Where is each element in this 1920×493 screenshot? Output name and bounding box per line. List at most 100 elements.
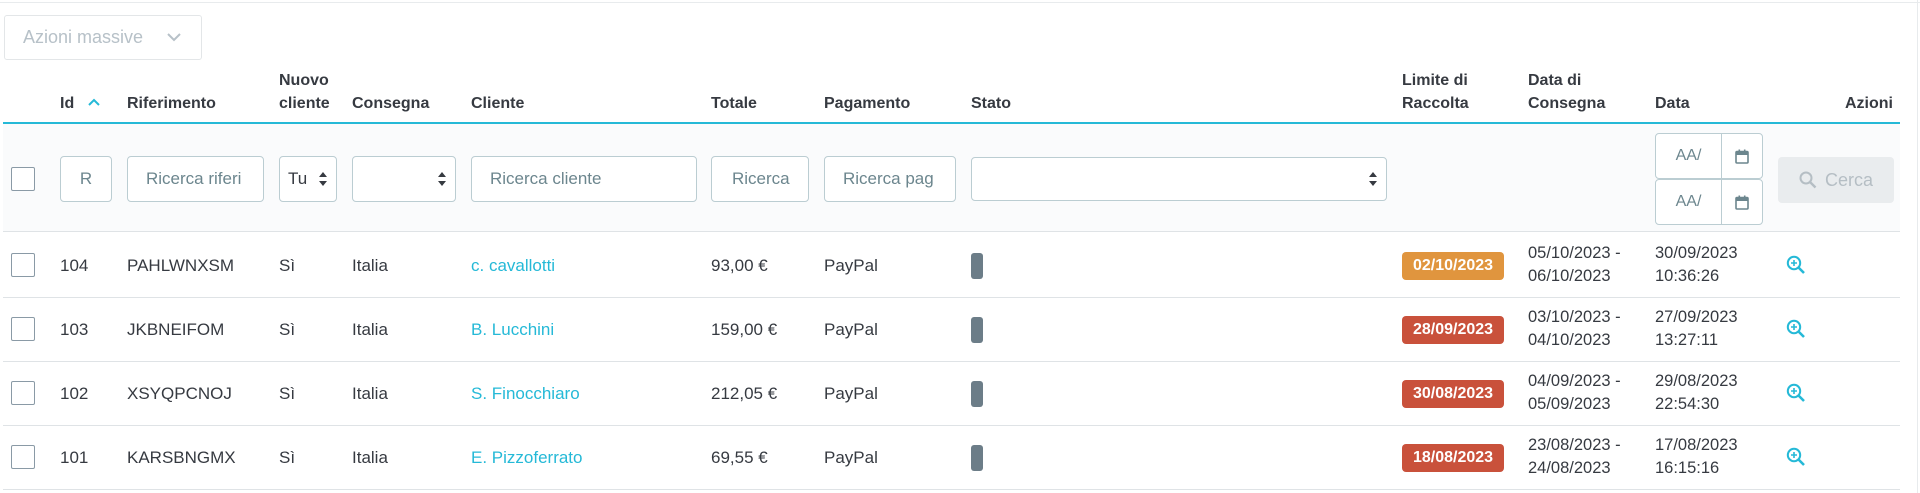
search-button-label: Cerca [1824,169,1873,190]
bulk-actions-label: Azioni massive [23,27,144,47]
zoom-in-icon[interactable] [1785,382,1807,404]
calendar-icon [1735,195,1749,210]
column-header-limite-line2: Raccolta [1402,95,1469,112]
new-customer: Sì [279,320,296,339]
column-header-azioni: Azioni [1845,95,1893,112]
order-total: 159,00 € [711,320,778,339]
column-header-data-consegna[interactable]: Data di Consegna [1528,69,1605,115]
pagamento-filter-input[interactable]: Ricerca pag [824,156,956,202]
select-all-checkbox[interactable] [11,167,35,191]
select-arrows-icon [438,172,446,186]
order-id: 103 [60,320,89,339]
top-divider [0,2,1920,3]
customer-link[interactable]: B. Lucchini [471,318,554,341]
stato-filter-select[interactable] [971,157,1387,201]
column-header-riferimento[interactable]: Riferimento [127,92,216,115]
cliente-filter-input[interactable]: Ricerca cliente [471,156,697,202]
riferimento-filter-input[interactable]: Ricerca riferi [127,156,264,202]
date-to-filter[interactable]: AA/ [1655,179,1763,225]
order-reference: JKBNEIFOM [127,320,225,339]
delivery-date-range: 05/10/2023 - 06/10/2023 [1528,242,1621,288]
order-total: 93,00 € [711,256,768,275]
order-date: 29/08/2023 22:54:30 [1655,370,1738,416]
order-total: 69,55 € [711,448,768,467]
delivery-country: Italia [352,256,388,275]
row-checkbox[interactable] [11,253,35,277]
consegna-filter-select[interactable] [352,156,456,202]
customer-link[interactable]: c. cavallotti [471,254,555,277]
order-date: 17/08/2023 16:15:16 [1655,434,1738,480]
table-row[interactable]: 103 JKBNEIFOM Sì Italia B. Lucchini 159,… [3,298,1900,362]
table-row[interactable]: 102 XSYQPCNOJ Sì Italia S. Finocchiaro 2… [3,362,1900,426]
search-button[interactable]: Cerca [1778,157,1894,203]
pickup-limit-badge: 02/10/2023 [1402,252,1505,280]
order-reference: XSYQPCNOJ [127,384,232,403]
delivery-country: Italia [352,320,388,339]
order-date: 27/09/2023 13:27:11 [1655,306,1738,352]
delivery-date-range: 23/08/2023 - 24/08/2023 [1528,434,1621,480]
zoom-in-icon[interactable] [1785,254,1807,276]
column-header-data[interactable]: Data [1655,92,1690,115]
column-header-nuovo-cliente-line2: cliente [279,95,330,112]
bulk-actions-button[interactable]: Azioni massive [4,15,202,60]
calendar-to-button[interactable] [1722,180,1762,224]
order-date: 30/09/2023 10:36:26 [1655,242,1738,288]
new-customer: Sì [279,256,296,275]
column-header-limite-raccolta[interactable]: Limite di Raccolta [1402,69,1469,115]
date-to-input[interactable]: AA/ [1656,180,1722,224]
order-date-day: 17/08/2023 [1655,436,1738,454]
pickup-limit-badge: 18/08/2023 [1402,444,1505,472]
customer-link[interactable]: S. Finocchiaro [471,382,580,405]
payment-method: PayPal [824,384,878,403]
payment-method: PayPal [824,256,878,275]
status-indicator[interactable] [971,253,983,279]
row-checkbox[interactable] [11,317,35,341]
delivery-to: 04/10/2023 [1528,331,1611,349]
select-arrows-icon [1369,172,1377,186]
customer-link[interactable]: E. Pizzoferrato [471,446,583,469]
column-header-id[interactable]: Id [60,92,74,115]
status-indicator[interactable] [971,445,983,471]
row-checkbox[interactable] [11,381,35,405]
select-arrows-icon [319,172,327,186]
zoom-in-icon[interactable] [1785,318,1807,340]
row-checkbox[interactable] [11,445,35,469]
column-header-consegna[interactable]: Consegna [352,92,429,115]
order-date-time: 13:27:11 [1655,331,1719,349]
delivery-date-range: 04/09/2023 - 05/09/2023 [1528,370,1621,416]
column-header-data-consegna-line2: Consegna [1528,95,1606,112]
column-header-stato[interactable]: Stato [971,92,1011,115]
delivery-to: 06/10/2023 [1528,267,1611,285]
order-id: 102 [60,384,89,403]
column-header-nuovo-cliente[interactable]: Nuovo cliente [279,69,330,115]
status-indicator[interactable] [971,317,983,343]
column-header-data-consegna-line1: Data di [1528,72,1582,89]
order-reference: PAHLWNXSM [127,256,235,275]
table-row[interactable]: 104 PAHLWNXSM Sì Italia c. cavallotti 93… [3,234,1900,298]
column-header-pagamento[interactable]: Pagamento [824,92,910,115]
new-customer: Sì [279,448,296,467]
zoom-in-icon[interactable] [1785,446,1807,468]
date-from-filter[interactable]: AA/ [1655,133,1763,179]
delivery-country: Italia [352,448,388,467]
delivery-to: 05/09/2023 [1528,395,1611,413]
right-scroll-edge [1917,0,1918,493]
chevron-down-icon [167,33,181,42]
totale-filter-input[interactable]: Ricerca [711,156,809,202]
date-from-input[interactable]: AA/ [1656,134,1722,178]
column-header-totale[interactable]: Totale [711,92,757,115]
sort-ascending-icon[interactable] [88,98,100,106]
table-row[interactable]: 101 KARSBNGMX Sì Italia E. Pizzoferrato … [3,426,1900,490]
pickup-limit-badge: 28/09/2023 [1402,316,1505,344]
order-reference: KARSBNGMX [127,448,236,467]
order-id: 101 [60,448,89,467]
order-date-day: 29/08/2023 [1655,372,1738,390]
delivery-date-range: 03/10/2023 - 04/10/2023 [1528,306,1621,352]
column-header-cliente[interactable]: Cliente [471,92,524,115]
id-filter-input[interactable]: R [60,156,112,202]
order-id: 104 [60,256,89,275]
calendar-from-button[interactable] [1722,134,1762,178]
delivery-country: Italia [352,384,388,403]
nuovo-cliente-filter-select[interactable]: Tu [279,156,337,202]
status-indicator[interactable] [971,381,983,407]
